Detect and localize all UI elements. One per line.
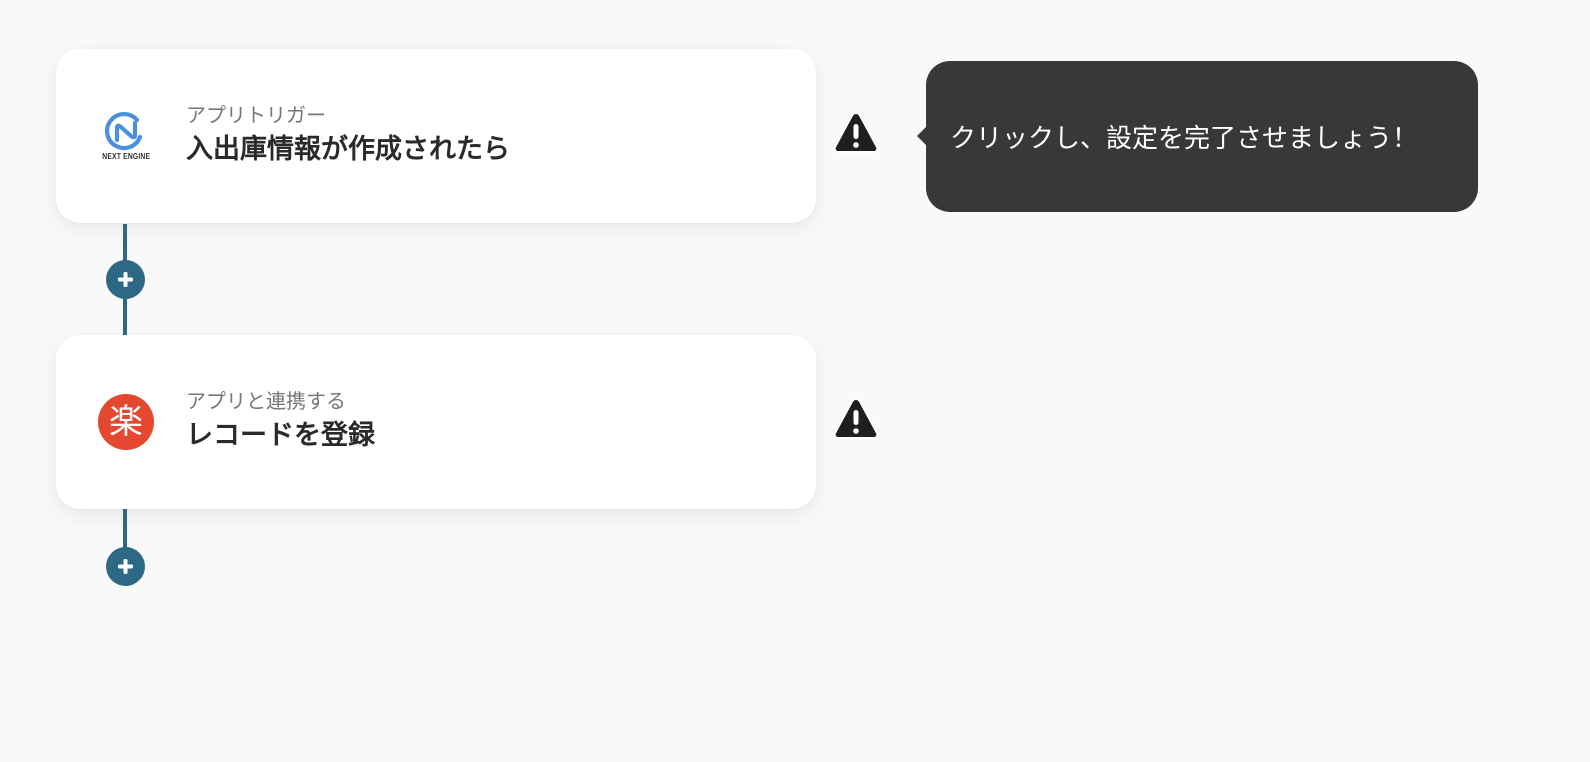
flow-connector bbox=[123, 509, 127, 549]
step-card-action[interactable]: 楽 アプリと連携する レコードを登録 bbox=[56, 335, 816, 509]
step-kind-label: アプリと連携する bbox=[186, 389, 346, 413]
step-title: レコードを登録 bbox=[186, 420, 375, 451]
plus-icon bbox=[118, 559, 133, 574]
raku-icon: 楽 bbox=[98, 394, 154, 450]
step-text: アプリトリガー 入出庫情報が作成されたら bbox=[186, 101, 510, 169]
next-engine-logo: NEXT ENGINE bbox=[98, 108, 154, 164]
step-title: 入出庫情報が作成されたら bbox=[186, 134, 510, 165]
warning-icon[interactable] bbox=[830, 395, 882, 443]
warning-icon[interactable] bbox=[830, 109, 882, 157]
next-engine-icon bbox=[104, 111, 143, 151]
flow-canvas: NEXT ENGINE アプリトリガー 入出庫情報が作成されたら クリックし、設… bbox=[0, 0, 1590, 762]
add-step-button[interactable] bbox=[106, 547, 145, 586]
tooltip-text: クリックし、設定を完了させましょう！ bbox=[950, 124, 1419, 154]
next-engine-wordmark: NEXT ENGINE bbox=[102, 152, 150, 161]
step-card-trigger[interactable]: NEXT ENGINE アプリトリガー 入出庫情報が作成されたら bbox=[56, 49, 816, 223]
setup-tooltip: クリックし、設定を完了させましょう！ bbox=[917, 61, 1478, 212]
step-text: アプリと連携する レコードを登録 bbox=[186, 387, 375, 455]
tooltip-arrow bbox=[917, 126, 927, 146]
raku-logo: 楽 bbox=[98, 394, 154, 450]
step-kind-label: アプリトリガー bbox=[186, 103, 326, 127]
plus-icon bbox=[118, 272, 133, 287]
add-step-button[interactable] bbox=[106, 260, 145, 299]
